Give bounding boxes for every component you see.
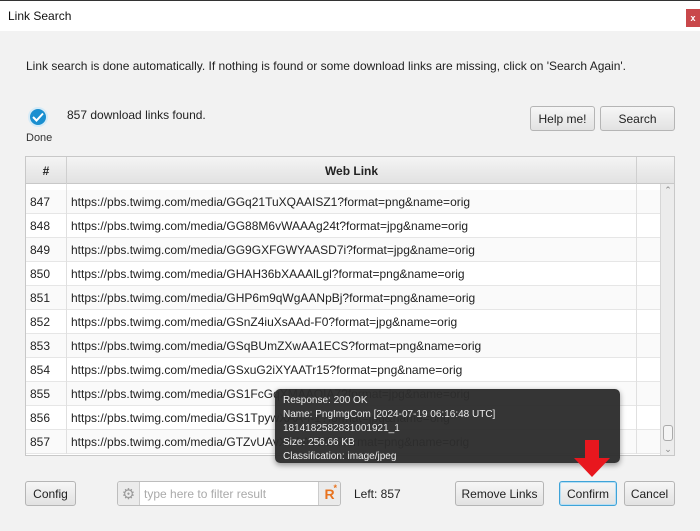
row-number: 847 bbox=[26, 190, 67, 214]
filter-box: ⚙ R * bbox=[117, 481, 341, 506]
scroll-down-icon[interactable]: ⌄ bbox=[661, 443, 674, 455]
confirm-button[interactable]: Confirm bbox=[559, 481, 617, 506]
link-info-tooltip: Response: 200 OK Name: PngImgCom [2024-0… bbox=[275, 389, 620, 463]
search-button[interactable]: Search bbox=[600, 106, 675, 131]
window-title: Link Search bbox=[8, 9, 72, 23]
intro-text: Link search is done automatically. If no… bbox=[26, 59, 627, 73]
table-row[interactable]: 852 https://pbs.twimg.com/media/GSnZ4iuXs… bbox=[26, 310, 660, 334]
row-link: https://pbs.twimg.com/media/GSxuG2iXYAAT… bbox=[67, 358, 637, 382]
table-row[interactable]: 851 https://pbs.twimg.com/media/GHP6m9qWg… bbox=[26, 286, 660, 310]
row-link: https://pbs.twimg.com/media/GG9GXFGWYAAS… bbox=[67, 238, 637, 262]
help-button[interactable]: Help me! bbox=[530, 106, 595, 131]
red-arrow-icon bbox=[574, 440, 610, 477]
row-link: https://pbs.twimg.com/media/GGq21TuXQAAI… bbox=[67, 190, 637, 214]
tooltip-name: Name: PngImgCom [2024-07-19 06:16:48 UTC… bbox=[283, 409, 496, 434]
column-header-number[interactable]: # bbox=[26, 157, 67, 184]
row-link: https://pbs.twimg.com/media/GHAH36bXAAAl… bbox=[67, 262, 637, 286]
row-number: 852 bbox=[26, 310, 67, 334]
filter-input[interactable] bbox=[142, 484, 316, 503]
table-row[interactable]: 850 https://pbs.twimg.com/media/GHAH36bXA… bbox=[26, 262, 660, 286]
title-bar: Link Search x bbox=[0, 0, 700, 31]
tooltip-response: Response: 200 OK bbox=[283, 395, 368, 406]
column-header-extra[interactable] bbox=[637, 157, 674, 184]
scroll-thumb[interactable] bbox=[663, 425, 673, 441]
left-count: Left: 857 bbox=[354, 487, 401, 501]
cancel-button[interactable]: Cancel bbox=[624, 481, 675, 506]
row-number: 854 bbox=[26, 358, 67, 382]
tooltip-classification: Classification: image/jpeg bbox=[283, 451, 397, 462]
table-row[interactable]: 853 https://pbs.twimg.com/media/GSqBUmZXw… bbox=[26, 334, 660, 358]
table-row[interactable]: 849 https://pbs.twimg.com/media/GG9GXFGWY… bbox=[26, 238, 660, 262]
check-circle-icon bbox=[28, 107, 48, 127]
vertical-scrollbar[interactable]: ⌃ ⌄ bbox=[660, 184, 674, 455]
table-row[interactable]: 847 https://pbs.twimg.com/media/GGq21TuXQ… bbox=[26, 190, 660, 214]
regex-toggle-icon[interactable]: R * bbox=[318, 482, 340, 505]
row-link: https://pbs.twimg.com/media/GSqBUmZXwAA1… bbox=[67, 334, 637, 358]
scroll-up-icon[interactable]: ⌃ bbox=[661, 184, 674, 196]
row-number: 849 bbox=[26, 238, 67, 262]
row-number: 853 bbox=[26, 334, 67, 358]
tooltip-size: Size: 256.66 KB bbox=[283, 437, 355, 448]
remove-links-button[interactable]: Remove Links bbox=[455, 481, 544, 506]
status-label: Done bbox=[26, 132, 53, 144]
config-button[interactable]: Config bbox=[25, 481, 76, 506]
row-number: 851 bbox=[26, 286, 67, 310]
table-header: # Web Link bbox=[26, 157, 674, 184]
row-link: https://pbs.twimg.com/media/GSnZ4iuXsAAd… bbox=[67, 310, 637, 334]
table-row[interactable]: 854 https://pbs.twimg.com/media/GSxuG2iXY… bbox=[26, 358, 660, 382]
status-message: 857 download links found. bbox=[67, 108, 206, 122]
gear-icon[interactable]: ⚙ bbox=[118, 482, 140, 505]
row-number: 850 bbox=[26, 262, 67, 286]
row-link: https://pbs.twimg.com/media/GHP6m9qWgAAN… bbox=[67, 286, 637, 310]
row-link: https://pbs.twimg.com/media/GG88M6vWAAAg… bbox=[67, 214, 637, 238]
regex-mark: * bbox=[333, 483, 337, 493]
table-row[interactable]: 848 https://pbs.twimg.com/media/GG88M6vWA… bbox=[26, 214, 660, 238]
close-button[interactable]: x bbox=[686, 9, 700, 27]
row-number: 855 bbox=[26, 382, 67, 406]
column-header-web-link[interactable]: Web Link bbox=[67, 157, 637, 184]
row-number: 856 bbox=[26, 406, 67, 430]
row-number: 848 bbox=[26, 214, 67, 238]
row-number: 857 bbox=[26, 430, 67, 454]
